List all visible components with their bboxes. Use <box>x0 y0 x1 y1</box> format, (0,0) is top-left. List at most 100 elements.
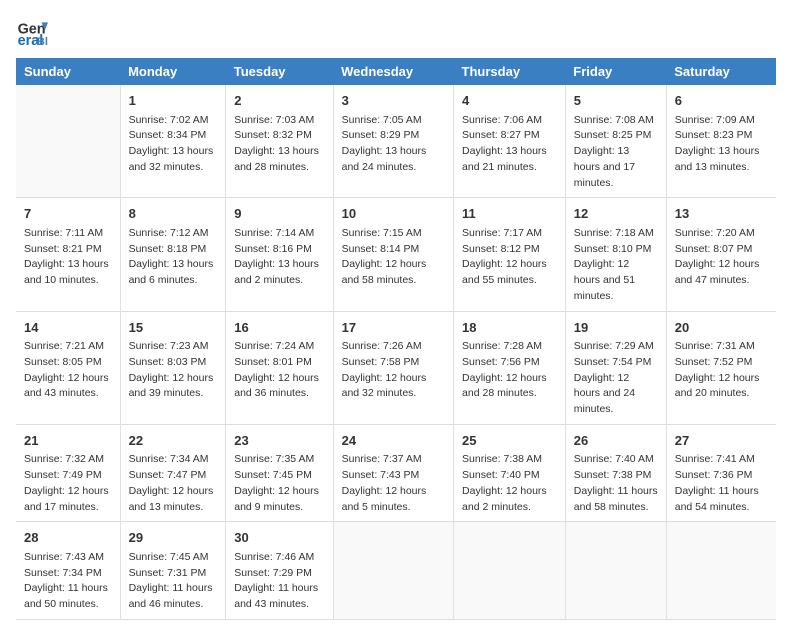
week-row-4: 21Sunrise: 7:32 AMSunset: 7:49 PMDayligh… <box>16 424 776 522</box>
day-number: 25 <box>462 431 557 451</box>
day-number: 16 <box>234 318 324 338</box>
day-cell: 28Sunrise: 7:43 AMSunset: 7:34 PMDayligh… <box>16 522 120 620</box>
day-number: 12 <box>574 204 658 224</box>
day-cell <box>333 522 453 620</box>
day-number: 26 <box>574 431 658 451</box>
day-cell: 24Sunrise: 7:37 AMSunset: 7:43 PMDayligh… <box>333 424 453 522</box>
day-info: Sunrise: 7:43 AMSunset: 7:34 PMDaylight:… <box>24 550 112 613</box>
header-row: SundayMondayTuesdayWednesdayThursdayFrid… <box>16 58 776 85</box>
day-cell: 20Sunrise: 7:31 AMSunset: 7:52 PMDayligh… <box>666 311 776 424</box>
day-number: 14 <box>24 318 112 338</box>
day-number: 21 <box>24 431 112 451</box>
day-info: Sunrise: 7:35 AMSunset: 7:45 PMDaylight:… <box>234 452 324 515</box>
col-header-tuesday: Tuesday <box>226 58 333 85</box>
week-row-1: 1Sunrise: 7:02 AMSunset: 8:34 PMDaylight… <box>16 85 776 198</box>
day-info: Sunrise: 7:28 AMSunset: 7:56 PMDaylight:… <box>462 339 557 402</box>
day-cell <box>565 522 666 620</box>
day-cell <box>666 522 776 620</box>
day-cell: 1Sunrise: 7:02 AMSunset: 8:34 PMDaylight… <box>120 85 226 198</box>
logo: Gen eral Blue <box>16 16 52 48</box>
day-info: Sunrise: 7:18 AMSunset: 8:10 PMDaylight:… <box>574 226 658 305</box>
day-cell: 22Sunrise: 7:34 AMSunset: 7:47 PMDayligh… <box>120 424 226 522</box>
day-info: Sunrise: 7:06 AMSunset: 8:27 PMDaylight:… <box>462 113 557 176</box>
day-cell: 23Sunrise: 7:35 AMSunset: 7:45 PMDayligh… <box>226 424 333 522</box>
day-number: 1 <box>129 91 218 111</box>
day-info: Sunrise: 7:31 AMSunset: 7:52 PMDaylight:… <box>675 339 768 402</box>
day-info: Sunrise: 7:14 AMSunset: 8:16 PMDaylight:… <box>234 226 324 289</box>
day-number: 13 <box>675 204 768 224</box>
day-info: Sunrise: 7:11 AMSunset: 8:21 PMDaylight:… <box>24 226 112 289</box>
day-info: Sunrise: 7:37 AMSunset: 7:43 PMDaylight:… <box>342 452 445 515</box>
week-row-2: 7Sunrise: 7:11 AMSunset: 8:21 PMDaylight… <box>16 198 776 311</box>
day-info: Sunrise: 7:32 AMSunset: 7:49 PMDaylight:… <box>24 452 112 515</box>
day-number: 22 <box>129 431 218 451</box>
day-info: Sunrise: 7:12 AMSunset: 8:18 PMDaylight:… <box>129 226 218 289</box>
day-number: 28 <box>24 528 112 548</box>
day-cell: 8Sunrise: 7:12 AMSunset: 8:18 PMDaylight… <box>120 198 226 311</box>
day-number: 2 <box>234 91 324 111</box>
day-cell: 25Sunrise: 7:38 AMSunset: 7:40 PMDayligh… <box>454 424 566 522</box>
day-info: Sunrise: 7:08 AMSunset: 8:25 PMDaylight:… <box>574 113 658 192</box>
day-number: 11 <box>462 204 557 224</box>
day-info: Sunrise: 7:17 AMSunset: 8:12 PMDaylight:… <box>462 226 557 289</box>
day-cell: 2Sunrise: 7:03 AMSunset: 8:32 PMDaylight… <box>226 85 333 198</box>
day-info: Sunrise: 7:09 AMSunset: 8:23 PMDaylight:… <box>675 113 768 176</box>
day-info: Sunrise: 7:41 AMSunset: 7:36 PMDaylight:… <box>675 452 768 515</box>
day-info: Sunrise: 7:15 AMSunset: 8:14 PMDaylight:… <box>342 226 445 289</box>
day-number: 18 <box>462 318 557 338</box>
day-cell: 12Sunrise: 7:18 AMSunset: 8:10 PMDayligh… <box>565 198 666 311</box>
day-cell: 6Sunrise: 7:09 AMSunset: 8:23 PMDaylight… <box>666 85 776 198</box>
col-header-saturday: Saturday <box>666 58 776 85</box>
day-number: 29 <box>129 528 218 548</box>
day-cell: 14Sunrise: 7:21 AMSunset: 8:05 PMDayligh… <box>16 311 120 424</box>
day-info: Sunrise: 7:24 AMSunset: 8:01 PMDaylight:… <box>234 339 324 402</box>
day-number: 27 <box>675 431 768 451</box>
day-cell: 7Sunrise: 7:11 AMSunset: 8:21 PMDaylight… <box>16 198 120 311</box>
day-number: 5 <box>574 91 658 111</box>
page-header: Gen eral Blue <box>16 16 776 48</box>
day-cell: 16Sunrise: 7:24 AMSunset: 8:01 PMDayligh… <box>226 311 333 424</box>
day-cell: 13Sunrise: 7:20 AMSunset: 8:07 PMDayligh… <box>666 198 776 311</box>
logo-icon: Gen eral Blue <box>16 16 48 48</box>
day-cell: 27Sunrise: 7:41 AMSunset: 7:36 PMDayligh… <box>666 424 776 522</box>
svg-text:Blue: Blue <box>37 36 48 48</box>
day-info: Sunrise: 7:46 AMSunset: 7:29 PMDaylight:… <box>234 550 324 613</box>
col-header-sunday: Sunday <box>16 58 120 85</box>
day-info: Sunrise: 7:03 AMSunset: 8:32 PMDaylight:… <box>234 113 324 176</box>
day-number: 19 <box>574 318 658 338</box>
day-cell: 30Sunrise: 7:46 AMSunset: 7:29 PMDayligh… <box>226 522 333 620</box>
day-number: 9 <box>234 204 324 224</box>
col-header-friday: Friday <box>565 58 666 85</box>
day-info: Sunrise: 7:23 AMSunset: 8:03 PMDaylight:… <box>129 339 218 402</box>
day-number: 23 <box>234 431 324 451</box>
day-number: 3 <box>342 91 445 111</box>
day-info: Sunrise: 7:34 AMSunset: 7:47 PMDaylight:… <box>129 452 218 515</box>
day-cell: 4Sunrise: 7:06 AMSunset: 8:27 PMDaylight… <box>454 85 566 198</box>
day-number: 7 <box>24 204 112 224</box>
day-cell: 3Sunrise: 7:05 AMSunset: 8:29 PMDaylight… <box>333 85 453 198</box>
day-number: 10 <box>342 204 445 224</box>
day-cell: 18Sunrise: 7:28 AMSunset: 7:56 PMDayligh… <box>454 311 566 424</box>
day-info: Sunrise: 7:29 AMSunset: 7:54 PMDaylight:… <box>574 339 658 418</box>
day-info: Sunrise: 7:45 AMSunset: 7:31 PMDaylight:… <box>129 550 218 613</box>
day-cell: 10Sunrise: 7:15 AMSunset: 8:14 PMDayligh… <box>333 198 453 311</box>
week-row-3: 14Sunrise: 7:21 AMSunset: 8:05 PMDayligh… <box>16 311 776 424</box>
day-number: 15 <box>129 318 218 338</box>
day-number: 8 <box>129 204 218 224</box>
day-number: 4 <box>462 91 557 111</box>
day-info: Sunrise: 7:26 AMSunset: 7:58 PMDaylight:… <box>342 339 445 402</box>
day-cell <box>16 85 120 198</box>
day-info: Sunrise: 7:05 AMSunset: 8:29 PMDaylight:… <box>342 113 445 176</box>
day-cell: 17Sunrise: 7:26 AMSunset: 7:58 PMDayligh… <box>333 311 453 424</box>
day-cell: 15Sunrise: 7:23 AMSunset: 8:03 PMDayligh… <box>120 311 226 424</box>
day-cell: 29Sunrise: 7:45 AMSunset: 7:31 PMDayligh… <box>120 522 226 620</box>
day-cell: 21Sunrise: 7:32 AMSunset: 7:49 PMDayligh… <box>16 424 120 522</box>
col-header-wednesday: Wednesday <box>333 58 453 85</box>
day-info: Sunrise: 7:20 AMSunset: 8:07 PMDaylight:… <box>675 226 768 289</box>
day-number: 17 <box>342 318 445 338</box>
day-number: 24 <box>342 431 445 451</box>
day-cell: 5Sunrise: 7:08 AMSunset: 8:25 PMDaylight… <box>565 85 666 198</box>
day-cell: 9Sunrise: 7:14 AMSunset: 8:16 PMDaylight… <box>226 198 333 311</box>
calendar-table: SundayMondayTuesdayWednesdayThursdayFrid… <box>16 58 776 620</box>
col-header-monday: Monday <box>120 58 226 85</box>
